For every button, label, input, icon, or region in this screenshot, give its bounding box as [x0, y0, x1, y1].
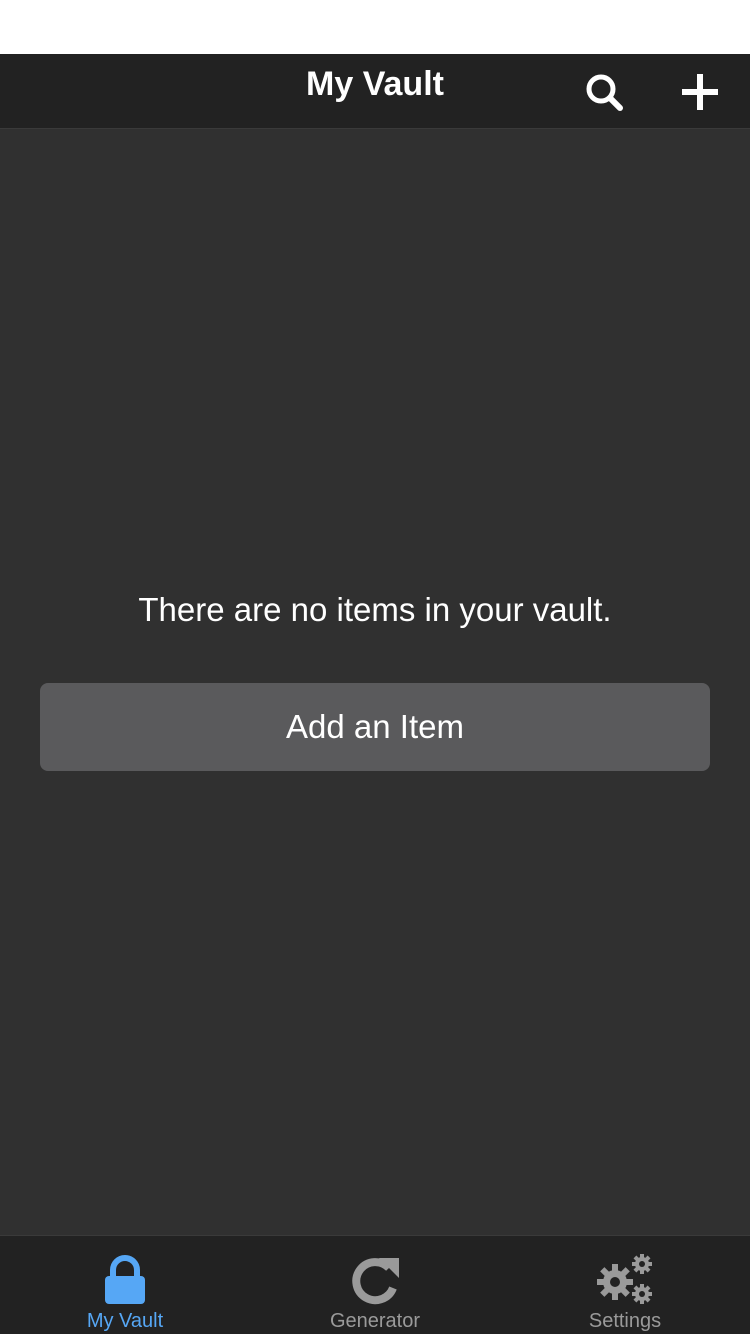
tab-label-my-vault: My Vault	[86, 1310, 164, 1332]
search-button[interactable]	[574, 62, 634, 122]
page-title: My Vault	[306, 65, 444, 103]
lock-icon	[105, 1255, 145, 1304]
empty-vault-message: There are no items in your vault.	[138, 591, 612, 628]
tab-label-generator: Generator	[329, 1310, 421, 1332]
app-screen: My Vault There are no items in your vaul…	[0, 0, 750, 1334]
tab-bar: My Vault Generator Settings	[0, 1235, 750, 1334]
refresh-icon	[352, 1258, 399, 1305]
tab-settings[interactable]: Settings	[500, 1236, 750, 1334]
tab-generator[interactable]: Generator	[250, 1236, 500, 1334]
tab-my-vault[interactable]: My Vault	[0, 1236, 250, 1334]
add-button[interactable]	[670, 62, 730, 122]
vault-content: There are no items in your vault. Add an…	[0, 129, 750, 1235]
plus-icon	[682, 74, 718, 110]
search-icon	[586, 74, 623, 111]
status-bar	[0, 0, 750, 54]
add-item-button[interactable]: Add an Item	[40, 683, 710, 771]
gears-icon	[597, 1254, 652, 1304]
navigation-bar: My Vault	[0, 54, 750, 129]
tab-label-settings: Settings	[588, 1310, 662, 1332]
